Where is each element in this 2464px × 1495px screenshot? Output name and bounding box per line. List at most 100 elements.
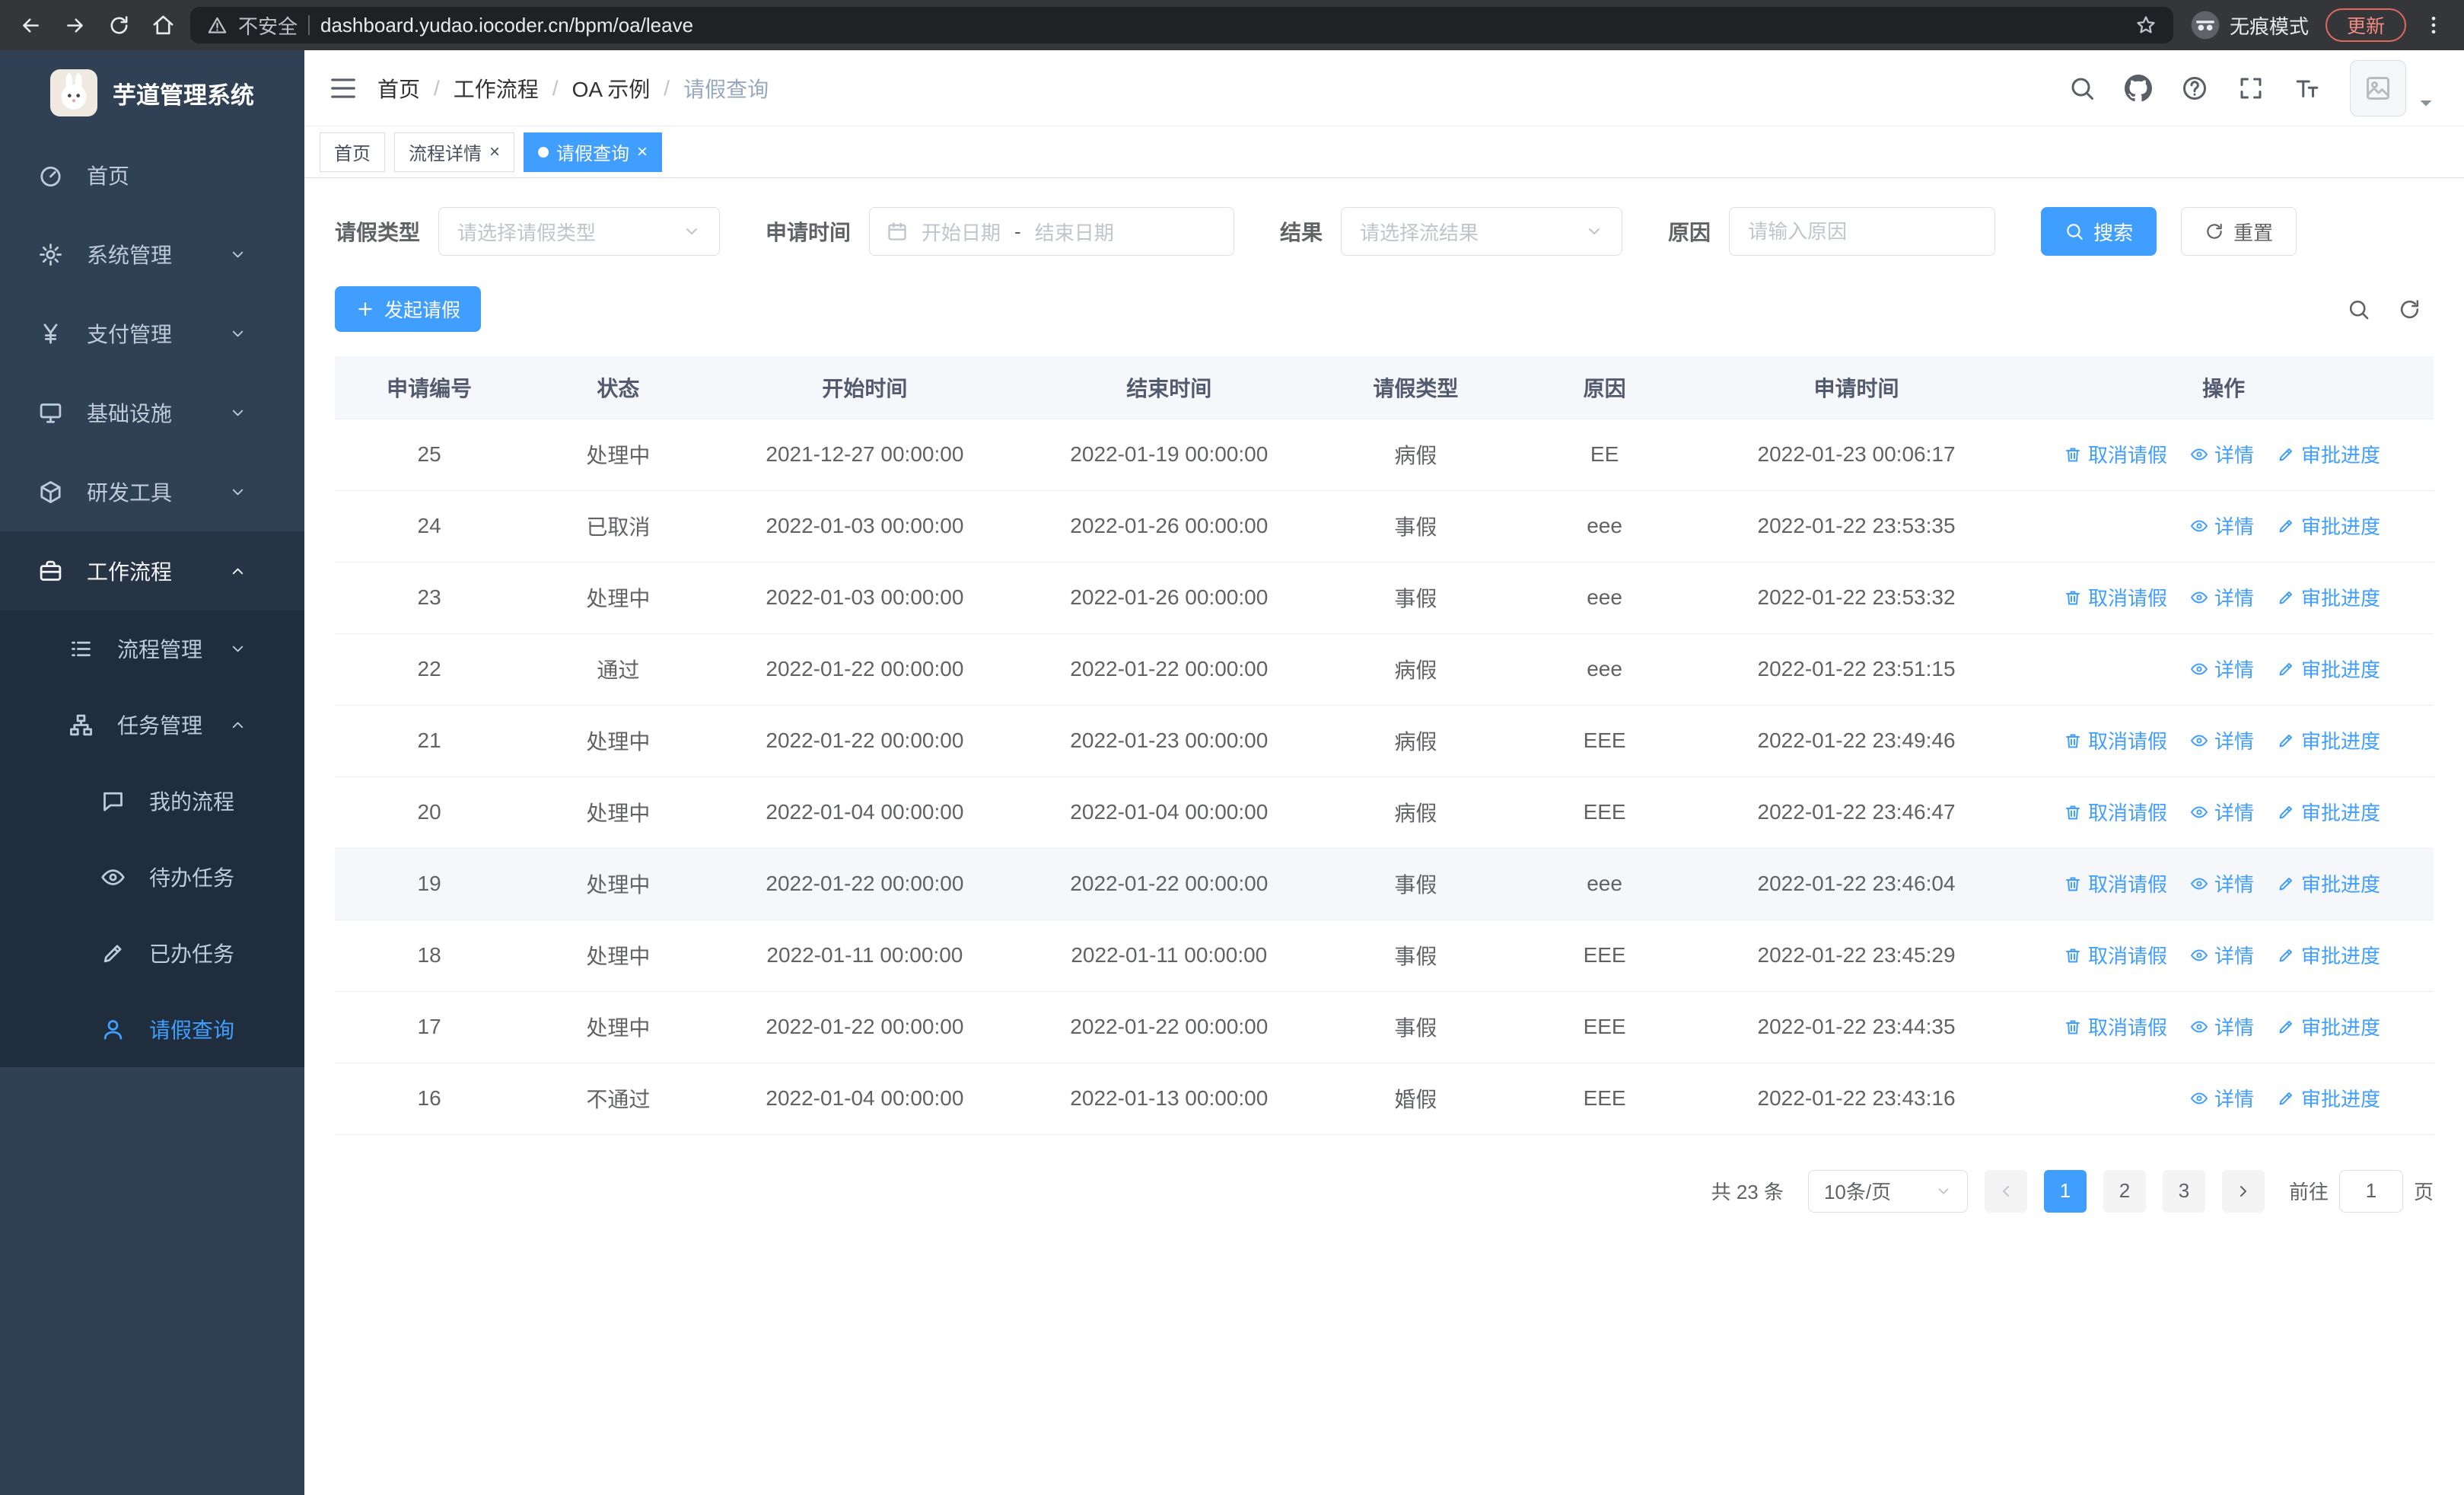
edit-icon	[2277, 1089, 2295, 1108]
help-icon[interactable]	[2181, 75, 2208, 102]
page-button-3[interactable]: 3	[2162, 1169, 2205, 1213]
detail-link[interactable]: 详情	[2190, 941, 2254, 969]
page-size-select[interactable]: 10条/页	[1807, 1169, 1968, 1213]
tab-close-icon[interactable]: ×	[489, 142, 500, 161]
result-select[interactable]: 请选择流结果	[1341, 207, 1623, 256]
chevron-down-icon	[221, 246, 254, 263]
cancel-leave-link[interactable]: 取消请假	[2064, 798, 2167, 826]
detail-link[interactable]: 详情	[2190, 869, 2254, 897]
leave-type-select[interactable]: 请选择请假类型	[438, 207, 721, 256]
chevron-left-icon	[1997, 1182, 2015, 1200]
cancel-leave-link[interactable]: 取消请假	[2064, 1012, 2167, 1041]
cancel-leave-link[interactable]: 取消请假	[2064, 440, 2167, 468]
address-bar[interactable]: 不安全 dashboard.yudao.iocoder.cn/bpm/oa/le…	[190, 7, 2173, 43]
actions-cell: 取消请假 详情 审批进度	[2014, 920, 2434, 992]
detail-link[interactable]: 详情	[2190, 440, 2254, 468]
progress-link[interactable]: 审批进度	[2277, 655, 2380, 683]
app-title: 芋道管理系统	[113, 81, 254, 109]
browser-forward-icon[interactable]	[58, 8, 91, 42]
detail-link[interactable]: 详情	[2190, 512, 2254, 540]
status-cell: 不通过	[524, 1063, 713, 1135]
search-button[interactable]: 搜索	[2041, 207, 2157, 256]
tab-leave-query[interactable]: 请假查询 ×	[524, 132, 663, 172]
progress-link[interactable]: 审批进度	[2277, 869, 2380, 897]
breadcrumb-separator: /	[434, 75, 440, 100]
progress-link[interactable]: 审批进度	[2277, 798, 2380, 826]
goto-page-input[interactable]	[2338, 1169, 2403, 1213]
sidebar-item-payment[interactable]: 支付管理	[0, 294, 304, 373]
sidebar-item-infrastructure[interactable]: 基础设施	[0, 373, 304, 452]
fullscreen-icon[interactable]	[2237, 75, 2265, 102]
apply-time-cell: 2022-01-22 23:46:47	[1698, 776, 2014, 849]
breadcrumb-item[interactable]: OA 示例	[572, 73, 651, 104]
tab-process-detail[interactable]: 流程详情 ×	[394, 132, 515, 172]
sidebar-item-devtools[interactable]: 研发工具	[0, 452, 304, 531]
cancel-leave-link[interactable]: 取消请假	[2064, 583, 2167, 611]
prev-page-button[interactable]	[1984, 1169, 2027, 1213]
sidebar-item-home[interactable]: 首页	[0, 135, 304, 215]
tab-close-icon[interactable]: ×	[637, 142, 648, 161]
browser-reload-icon[interactable]	[102, 8, 135, 42]
detail-link[interactable]: 详情	[2190, 1012, 2254, 1041]
reset-button[interactable]: 重置	[2181, 207, 2297, 256]
sidebar-item-my-process[interactable]: 我的流程	[0, 763, 304, 839]
sidebar-item-label: 已办任务	[149, 942, 235, 966]
breadcrumb-item[interactable]: 首页	[377, 73, 420, 104]
apply-time-range-picker[interactable]: 开始日期 - 结束日期	[869, 207, 1235, 256]
result-label: 结果	[1280, 221, 1323, 244]
detail-link[interactable]: 详情	[2190, 1084, 2254, 1112]
progress-link[interactable]: 审批进度	[2277, 726, 2380, 754]
reason-cell: EE	[1510, 419, 1699, 491]
progress-link[interactable]: 审批进度	[2277, 941, 2380, 969]
progress-link[interactable]: 审批进度	[2277, 1012, 2380, 1041]
progress-link[interactable]: 审批进度	[2277, 440, 2380, 468]
browser-home-icon[interactable]	[146, 8, 180, 42]
reason-input[interactable]	[1729, 207, 1996, 256]
detail-link[interactable]: 详情	[2190, 726, 2254, 754]
apply-time-cell: 2022-01-22 23:46:04	[1698, 848, 2014, 920]
progress-link[interactable]: 审批进度	[2277, 512, 2380, 540]
breadcrumb-item[interactable]: 工作流程	[454, 73, 539, 104]
url-text: dashboard.yudao.iocoder.cn/bpm/oa/leave	[320, 13, 694, 37]
goto-label: 前往	[2288, 1181, 2329, 1203]
start-time-cell: 2022-01-11 00:00:00	[712, 920, 1017, 992]
sidebar-toggle-icon[interactable]	[329, 74, 358, 103]
cancel-leave-link[interactable]: 取消请假	[2064, 869, 2167, 897]
sidebar-item-workflow[interactable]: 工作流程	[0, 531, 304, 610]
edit-icon	[2277, 803, 2295, 821]
reason-cell: EEE	[1510, 705, 1699, 777]
browser-back-icon[interactable]	[14, 8, 47, 42]
page-button-2[interactable]: 2	[2103, 1169, 2146, 1213]
total-count-label: 共 23 条	[1711, 1181, 1784, 1203]
tab-home[interactable]: 首页	[320, 132, 385, 172]
refresh-table-icon[interactable]	[2398, 298, 2421, 321]
sidebar-item-label: 任务管理	[117, 714, 203, 738]
sidebar-item-task-mgmt[interactable]: 任务管理	[0, 687, 304, 763]
progress-link[interactable]: 审批进度	[2277, 583, 2380, 611]
bookmark-star-icon[interactable]	[2135, 14, 2157, 36]
sidebar-item-done-tasks[interactable]: 已办任务	[0, 915, 304, 991]
search-icon[interactable]	[2068, 75, 2096, 102]
leave-id-cell: 17	[335, 991, 524, 1063]
detail-link[interactable]: 详情	[2190, 798, 2254, 826]
detail-link[interactable]: 详情	[2190, 583, 2254, 611]
trash-icon	[2064, 1018, 2082, 1036]
progress-link[interactable]: 审批进度	[2277, 1084, 2380, 1112]
create-leave-button[interactable]: 发起请假	[335, 286, 482, 332]
sidebar-item-leave-query[interactable]: 请假查询	[0, 991, 304, 1067]
sidebar-item-system[interactable]: 系统管理	[0, 215, 304, 294]
github-icon[interactable]	[2125, 74, 2152, 102]
detail-link[interactable]: 详情	[2190, 655, 2254, 683]
toggle-search-icon[interactable]	[2347, 298, 2370, 321]
update-button[interactable]: 更新	[2325, 8, 2406, 42]
sidebar-item-todo-tasks[interactable]: 待办任务	[0, 839, 304, 915]
sidebar-item-process-mgmt[interactable]: 流程管理	[0, 610, 304, 687]
cancel-leave-link[interactable]: 取消请假	[2064, 726, 2167, 754]
cancel-leave-link[interactable]: 取消请假	[2064, 941, 2167, 969]
browser-menu-icon[interactable]	[2417, 8, 2450, 42]
page-number-list: 123	[2043, 1169, 2205, 1213]
next-page-button[interactable]	[2221, 1169, 2265, 1213]
page-button-1[interactable]: 1	[2043, 1169, 2087, 1213]
user-menu[interactable]	[2350, 59, 2440, 116]
font-size-icon[interactable]	[2294, 75, 2321, 102]
